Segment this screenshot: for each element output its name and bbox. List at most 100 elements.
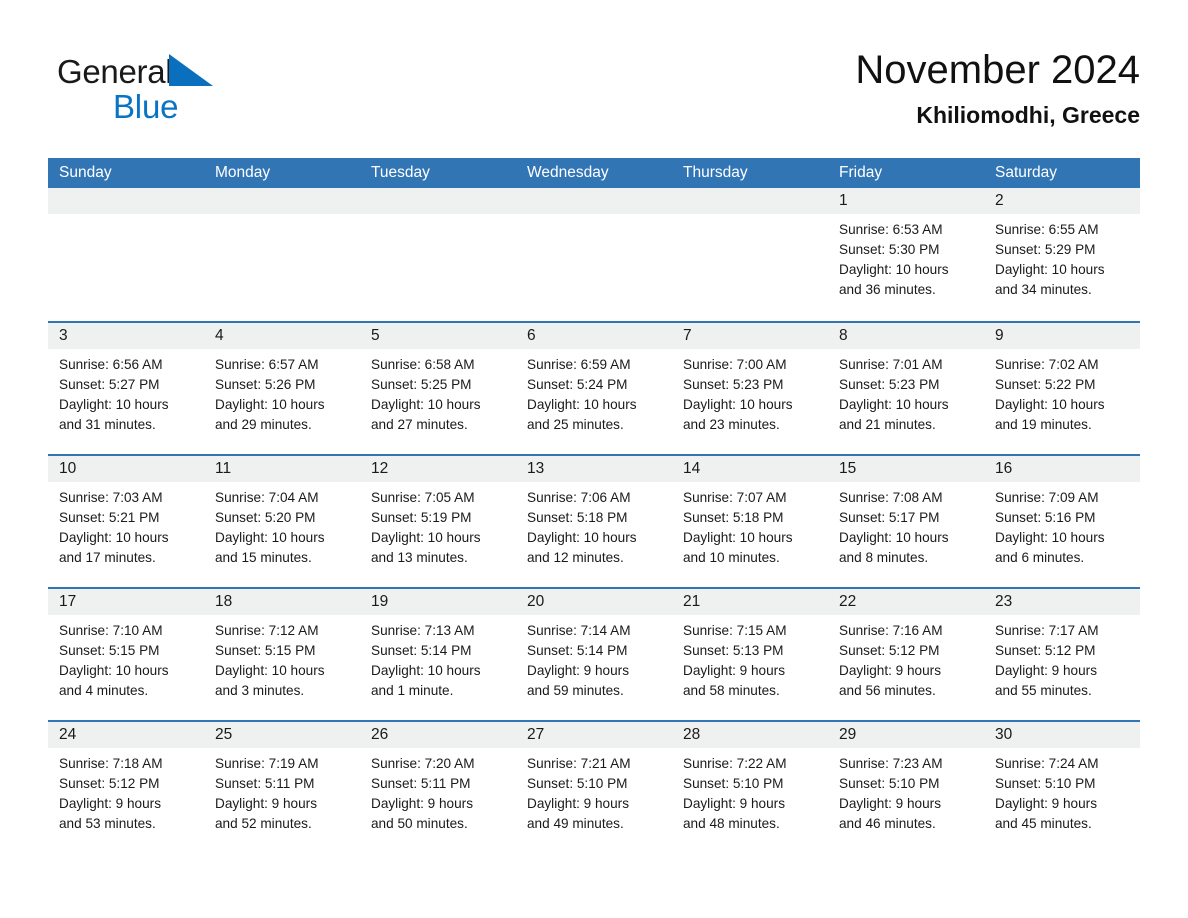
daylight-text-line2: and 8 minutes. (839, 550, 929, 565)
day-details: Sunrise: 7:16 AM Sunset: 5:12 PM Daylight:… (828, 615, 984, 701)
day-number: 4 (215, 327, 224, 344)
sunrise-text: Sunrise: 7:03 AM (59, 490, 163, 505)
day-number: 1 (839, 192, 848, 209)
day-cell-28[interactable]: 28 Sunrise: 7:22 AM Sunset: 5:10 PM Dayligh… (672, 722, 828, 853)
calendar-week-row: 24 Sunrise: 7:18 AM Sunset: 5:12 PM Dayligh… (48, 720, 1140, 853)
daylight-text-line2: and 55 minutes. (995, 683, 1092, 698)
daylight-text-line1: Daylight: 9 hours (527, 796, 630, 811)
daylight-text-line2: and 25 minutes. (527, 417, 624, 432)
day-number: 21 (683, 593, 701, 610)
day-details: Sunrise: 7:12 AM Sunset: 5:15 PM Daylight:… (204, 615, 360, 701)
day-number-band: 18 (204, 589, 360, 615)
weekday-header-sunday: Sunday (59, 164, 112, 181)
day-number: 14 (683, 460, 701, 477)
day-number: 22 (839, 593, 857, 610)
sunrise-text: Sunrise: 7:19 AM (215, 756, 319, 771)
day-cell-14[interactable]: 14 Sunrise: 7:07 AM Sunset: 5:18 PM Dayligh… (672, 456, 828, 587)
day-cell-30[interactable]: 30 Sunrise: 7:24 AM Sunset: 5:10 PM Dayligh… (984, 722, 1140, 853)
day-cell-10[interactable]: 10 Sunrise: 7:03 AM Sunset: 5:21 PM Dayligh… (48, 456, 204, 587)
day-cell-16[interactable]: 16 Sunrise: 7:09 AM Sunset: 5:16 PM Dayligh… (984, 456, 1140, 587)
sunrise-text: Sunrise: 7:05 AM (371, 490, 475, 505)
sunrise-text: Sunrise: 7:01 AM (839, 357, 943, 372)
daylight-text-line1: Daylight: 10 hours (59, 530, 169, 545)
day-number-band: 10 (48, 456, 204, 482)
daylight-text-line1: Daylight: 10 hours (683, 530, 793, 545)
day-number-band: 25 (204, 722, 360, 748)
calendar-page: General Blue November 2024 Khiliomodhi, … (0, 0, 1188, 918)
day-cell-13[interactable]: 13 Sunrise: 7:06 AM Sunset: 5:18 PM Dayligh… (516, 456, 672, 587)
weekday-header-friday: Friday (839, 164, 883, 181)
day-details: Sunrise: 7:20 AM Sunset: 5:11 PM Daylight:… (360, 748, 516, 834)
day-cell-9[interactable]: 9 Sunrise: 7:02 AM Sunset: 5:22 PM Daylight… (984, 323, 1140, 454)
sunset-text: Sunset: 5:10 PM (527, 776, 628, 791)
day-number: 29 (839, 726, 857, 743)
day-cell-4[interactable]: 4 Sunrise: 6:57 AM Sunset: 5:26 PM Daylight… (204, 323, 360, 454)
day-cell-17[interactable]: 17 Sunrise: 7:10 AM Sunset: 5:15 PM Dayligh… (48, 589, 204, 720)
daylight-text-line1: Daylight: 9 hours (995, 796, 1098, 811)
day-details (516, 214, 672, 220)
day-details: Sunrise: 7:23 AM Sunset: 5:10 PM Daylight:… (828, 748, 984, 834)
sunset-text: Sunset: 5:23 PM (839, 377, 940, 392)
sunrise-text: Sunrise: 7:12 AM (215, 623, 319, 638)
day-cell-empty (672, 188, 828, 321)
day-number-band: 13 (516, 456, 672, 482)
day-details: Sunrise: 7:07 AM Sunset: 5:18 PM Daylight:… (672, 482, 828, 568)
sunset-text: Sunset: 5:29 PM (995, 242, 1096, 257)
day-cell-7[interactable]: 7 Sunrise: 7:00 AM Sunset: 5:23 PM Daylight… (672, 323, 828, 454)
day-number-band: 4 (204, 323, 360, 349)
sunrise-text: Sunrise: 6:56 AM (59, 357, 163, 372)
sunrise-text: Sunrise: 7:02 AM (995, 357, 1099, 372)
day-number: 5 (371, 327, 380, 344)
day-cell-22[interactable]: 22 Sunrise: 7:16 AM Sunset: 5:12 PM Dayligh… (828, 589, 984, 720)
day-cell-21[interactable]: 21 Sunrise: 7:15 AM Sunset: 5:13 PM Dayligh… (672, 589, 828, 720)
day-cell-6[interactable]: 6 Sunrise: 6:59 AM Sunset: 5:24 PM Daylight… (516, 323, 672, 454)
day-cell-8[interactable]: 8 Sunrise: 7:01 AM Sunset: 5:23 PM Daylight… (828, 323, 984, 454)
day-number-band (48, 188, 204, 214)
daylight-text-line2: and 4 minutes. (59, 683, 149, 698)
daylight-text-line2: and 15 minutes. (215, 550, 312, 565)
daylight-text-line1: Daylight: 9 hours (995, 663, 1098, 678)
sunset-text: Sunset: 5:23 PM (683, 377, 784, 392)
sunset-text: Sunset: 5:12 PM (995, 643, 1096, 658)
day-cell-24[interactable]: 24 Sunrise: 7:18 AM Sunset: 5:12 PM Dayligh… (48, 722, 204, 853)
day-cell-23[interactable]: 23 Sunrise: 7:17 AM Sunset: 5:12 PM Dayligh… (984, 589, 1140, 720)
day-cell-11[interactable]: 11 Sunrise: 7:04 AM Sunset: 5:20 PM Dayligh… (204, 456, 360, 587)
day-cell-26[interactable]: 26 Sunrise: 7:20 AM Sunset: 5:11 PM Dayligh… (360, 722, 516, 853)
day-cell-25[interactable]: 25 Sunrise: 7:19 AM Sunset: 5:11 PM Dayligh… (204, 722, 360, 853)
day-cell-12[interactable]: 12 Sunrise: 7:05 AM Sunset: 5:19 PM Dayligh… (360, 456, 516, 587)
day-cell-5[interactable]: 5 Sunrise: 6:58 AM Sunset: 5:25 PM Daylight… (360, 323, 516, 454)
day-cell-20[interactable]: 20 Sunrise: 7:14 AM Sunset: 5:14 PM Dayligh… (516, 589, 672, 720)
day-cell-18[interactable]: 18 Sunrise: 7:12 AM Sunset: 5:15 PM Dayligh… (204, 589, 360, 720)
brand-logo[interactable]: General Blue (57, 52, 317, 132)
day-cell-19[interactable]: 19 Sunrise: 7:13 AM Sunset: 5:14 PM Dayligh… (360, 589, 516, 720)
daylight-text-line2: and 48 minutes. (683, 816, 780, 831)
daylight-text-line2: and 3 minutes. (215, 683, 305, 698)
day-details: Sunrise: 6:57 AM Sunset: 5:26 PM Daylight:… (204, 349, 360, 435)
daylight-text-line2: and 6 minutes. (995, 550, 1085, 565)
sunset-text: Sunset: 5:17 PM (839, 510, 940, 525)
day-details: Sunrise: 7:09 AM Sunset: 5:16 PM Daylight:… (984, 482, 1140, 568)
daylight-text-line2: and 1 minute. (371, 683, 454, 698)
day-cell-29[interactable]: 29 Sunrise: 7:23 AM Sunset: 5:10 PM Dayligh… (828, 722, 984, 853)
day-cell-2[interactable]: 2 Sunrise: 6:55 AM Sunset: 5:29 PM Daylight… (984, 188, 1140, 321)
day-cell-1[interactable]: 1 Sunrise: 6:53 AM Sunset: 5:30 PM Daylight… (828, 188, 984, 321)
day-cell-27[interactable]: 27 Sunrise: 7:21 AM Sunset: 5:10 PM Dayligh… (516, 722, 672, 853)
day-details: Sunrise: 6:53 AM Sunset: 5:30 PM Daylight:… (828, 214, 984, 300)
daylight-text-line2: and 56 minutes. (839, 683, 936, 698)
daylight-text-line1: Daylight: 10 hours (371, 530, 481, 545)
day-cell-3[interactable]: 3 Sunrise: 6:56 AM Sunset: 5:27 PM Daylight… (48, 323, 204, 454)
sunset-text: Sunset: 5:10 PM (995, 776, 1096, 791)
calendar-week-row: 10 Sunrise: 7:03 AM Sunset: 5:21 PM Dayligh… (48, 454, 1140, 587)
daylight-text-line1: Daylight: 10 hours (215, 530, 325, 545)
calendar-grid: Sunday Monday Tuesday Wednesday Thursday Frid… (48, 158, 1140, 853)
daylight-text-line1: Daylight: 10 hours (995, 262, 1105, 277)
day-number: 6 (527, 327, 536, 344)
day-number: 17 (59, 593, 77, 610)
day-details: Sunrise: 7:08 AM Sunset: 5:17 PM Daylight:… (828, 482, 984, 568)
day-number: 8 (839, 327, 848, 344)
day-number-band: 7 (672, 323, 828, 349)
sunrise-text: Sunrise: 7:13 AM (371, 623, 475, 638)
day-cell-15[interactable]: 15 Sunrise: 7:08 AM Sunset: 5:17 PM Dayligh… (828, 456, 984, 587)
day-details: Sunrise: 7:02 AM Sunset: 5:22 PM Daylight:… (984, 349, 1140, 435)
day-number-band (672, 188, 828, 214)
